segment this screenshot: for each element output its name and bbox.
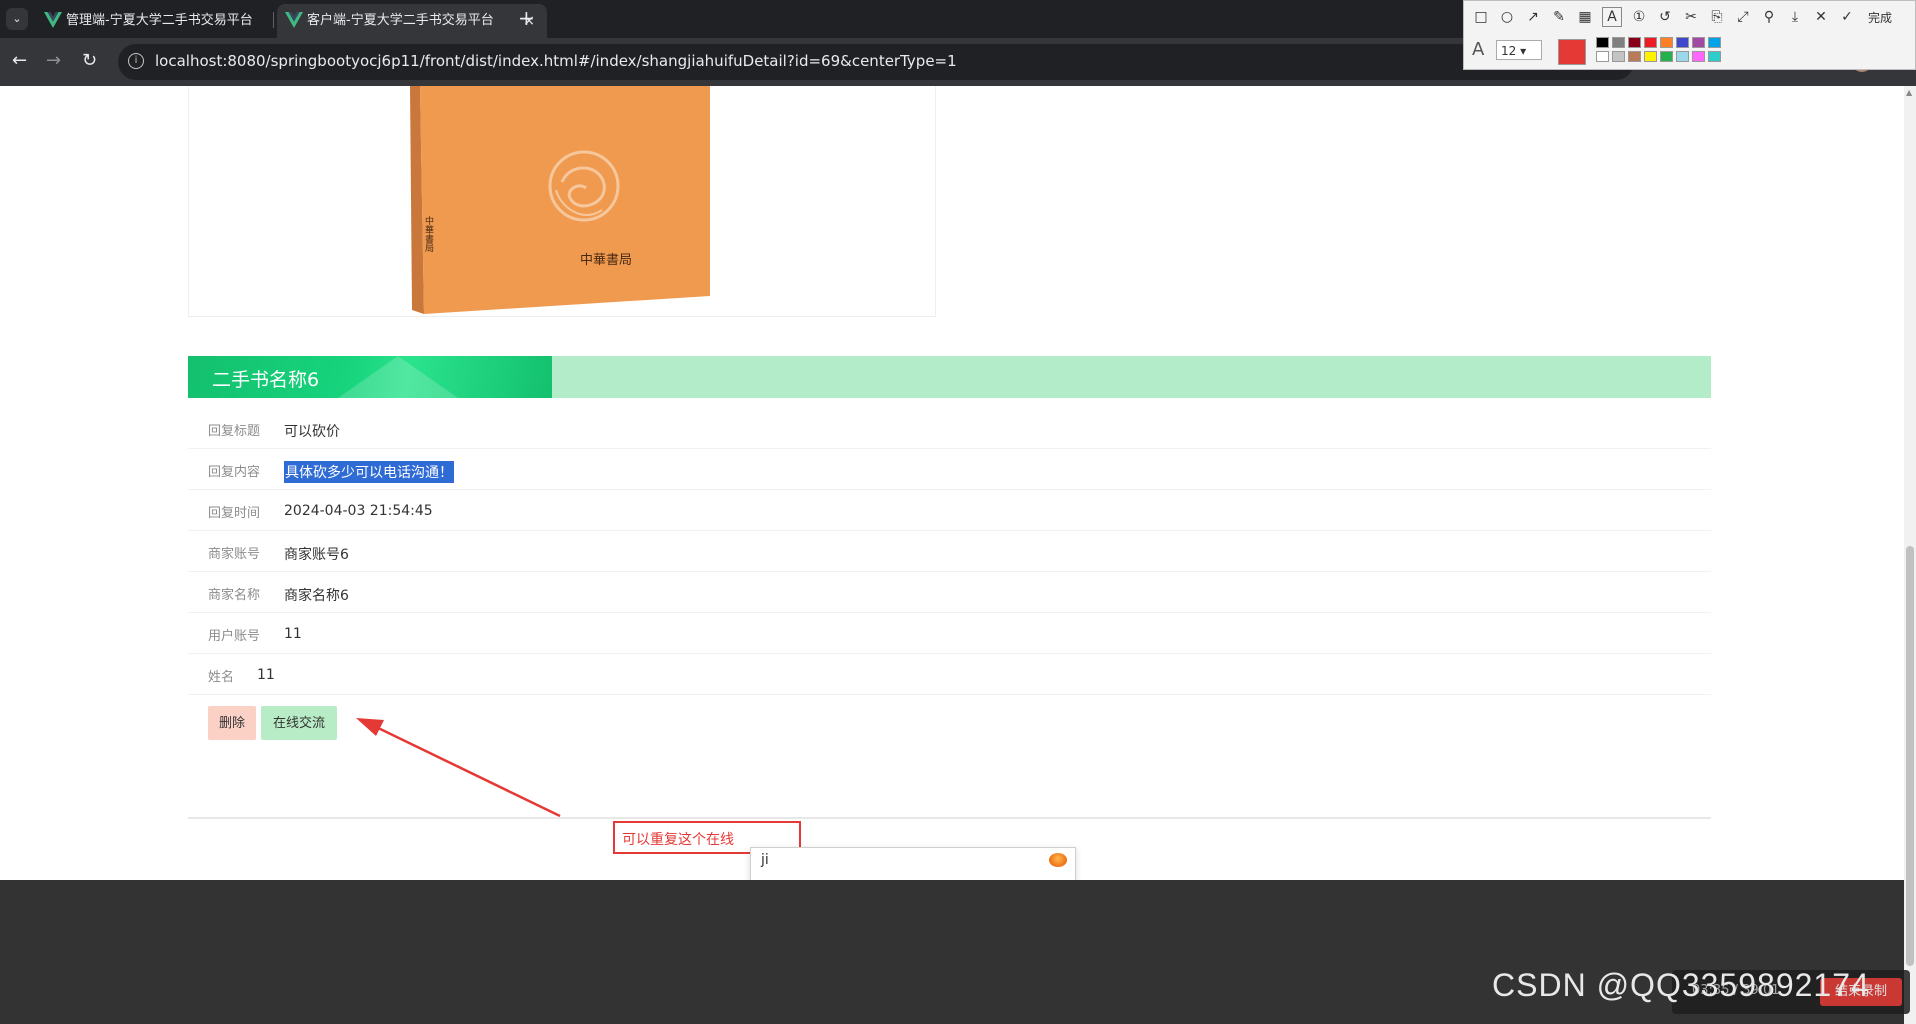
color-swatch[interactable] — [1612, 51, 1625, 62]
close-icon[interactable]: ✕ — [1812, 8, 1830, 26]
color-swatch[interactable] — [1596, 37, 1609, 48]
field-value: 2024-04-03 21:54:45 — [284, 503, 433, 519]
current-color-swatch[interactable] — [1558, 39, 1586, 65]
svg-text:中華書局: 中華書局 — [423, 215, 434, 253]
delete-button[interactable]: 删除 — [208, 706, 256, 740]
detail-row-user-account: 用户账号 11 — [188, 613, 1711, 654]
address-bar[interactable]: i localhost:8080/springbootyocj6p11/fron… — [118, 44, 1634, 80]
svg-text:中華書局: 中華書局 — [580, 253, 632, 268]
forward-icon[interactable]: → — [46, 50, 61, 71]
color-swatch[interactable] — [1660, 37, 1673, 48]
font-size-select[interactable]: 12 ▾ — [1496, 40, 1542, 60]
color-swatch[interactable] — [1676, 37, 1689, 48]
field-label: 回复内容 — [208, 465, 261, 480]
reload-icon[interactable]: ↻ — [82, 50, 97, 71]
tab-title: 管理端-宁夏大学二手书交易平台 — [66, 13, 253, 28]
page-scrollbar[interactable] — [1904, 86, 1916, 1024]
check-icon[interactable]: ✓ — [1838, 8, 1856, 26]
scroll-up-icon[interactable]: ▲ — [1906, 88, 1914, 97]
text-icon[interactable]: A — [1602, 7, 1622, 27]
field-label: 商家账号 — [208, 547, 261, 562]
field-label: 回复标题 — [208, 424, 261, 439]
field-label: 用户账号 — [208, 629, 261, 644]
color-swatch[interactable] — [1692, 51, 1705, 62]
ellipse-icon[interactable]: ○ — [1498, 8, 1516, 26]
mosaic-icon[interactable]: ▦ — [1576, 8, 1594, 26]
ime-candidate-window: ji 1急 2基 3几 4级 5机 6及 ‹ › ⌄ — [750, 847, 1076, 880]
detail-row-merchant-name: 商家名称 商家名称6 — [188, 572, 1711, 613]
detail-row-reply-time: 回复时间 2024-04-03 21:54:45 — [188, 490, 1711, 531]
cut-icon[interactable]: ✂ — [1682, 8, 1700, 26]
title-bar-facet — [338, 356, 458, 398]
vue-logo-icon — [285, 12, 303, 28]
content-divider — [188, 817, 1711, 819]
done-button[interactable]: 完成 — [1868, 9, 1892, 26]
field-value: 11 — [284, 626, 302, 642]
detail-row-name: 姓名 11 — [188, 654, 1711, 695]
color-swatch[interactable] — [1708, 37, 1721, 48]
color-swatch[interactable] — [1628, 51, 1641, 62]
color-swatch[interactable] — [1596, 51, 1609, 62]
tab-search-button[interactable]: ⌄ — [6, 8, 28, 30]
scrollbar-thumb[interactable] — [1906, 546, 1914, 966]
color-swatch[interactable] — [1692, 37, 1705, 48]
arrow-icon[interactable]: ↗ — [1524, 8, 1542, 26]
save-icon[interactable]: ⤓ — [1786, 8, 1804, 26]
tab-title: 客户端-宁夏大学二手书交易平台 — [307, 13, 494, 28]
rectangle-icon[interactable]: □ — [1472, 8, 1490, 26]
detail-row-reply-content: 回复内容 具体砍多少可以电话沟通！ — [188, 449, 1711, 490]
annotation-tools-row: □ ○ ↗ ✎ ▦ A ① ↺ ✂ ⎘ ⤢ ⚲ ⤓ ✕ ✓ 完成 — [1472, 5, 1892, 29]
pin-icon[interactable]: ⚲ — [1760, 8, 1778, 26]
annotation-note-text: 可以重复这个在线 — [622, 832, 734, 848]
title-bar-accent: 二手书名称6 — [188, 356, 552, 398]
book-name-title: 二手书名称6 — [212, 369, 320, 391]
detail-row-reply-title: 回复标题 可以砍价 — [188, 408, 1711, 449]
csdn-watermark: CSDN @QQ3359892174 — [1492, 967, 1870, 1003]
ime-pinyin: ji — [761, 852, 769, 868]
font-icon: A — [1472, 39, 1485, 60]
color-palette — [1596, 37, 1722, 63]
field-label: 商家名称 — [208, 588, 261, 603]
site-info-icon[interactable]: i — [128, 53, 144, 69]
field-value: 商家账号6 — [284, 547, 349, 563]
field-value: 商家名称6 — [284, 588, 349, 604]
page-content: 中華書局 中華書局 二手书名称6 回复标题 可以砍价 回复内容 具体砍多少可以电… — [0, 86, 1904, 880]
annotation-toolbar: □ ○ ↗ ✎ ▦ A ① ↺ ✂ ⎘ ⤢ ⚲ ⤓ ✕ ✓ 完成 A 12 ▾ — [1463, 0, 1916, 70]
color-swatch[interactable] — [1676, 51, 1689, 62]
fullscreen-icon[interactable]: ⤢ — [1734, 8, 1752, 26]
number-marker-icon[interactable]: ① — [1630, 8, 1648, 26]
book-cover-image: 中華書局 中華書局 — [410, 86, 710, 314]
ime-logo-icon — [1049, 853, 1067, 867]
color-swatch[interactable] — [1708, 51, 1721, 62]
detail-row-merchant-account: 商家账号 商家账号6 — [188, 531, 1711, 572]
field-value: 可以砍价 — [284, 424, 340, 440]
tab-separator — [273, 12, 274, 28]
new-tab-button[interactable]: + — [518, 6, 535, 30]
back-icon[interactable]: ← — [12, 50, 27, 71]
font-size-value: 12 — [1501, 44, 1517, 58]
field-label: 姓名 — [208, 670, 235, 685]
color-swatch[interactable] — [1644, 37, 1657, 48]
color-swatch[interactable] — [1660, 51, 1673, 62]
color-swatch[interactable] — [1644, 51, 1657, 62]
online-chat-button[interactable]: 在线交流 — [261, 706, 337, 740]
url-text[interactable]: localhost:8080/springbootyocj6p11/front/… — [155, 52, 957, 70]
undo-icon[interactable]: ↺ — [1656, 8, 1674, 26]
field-value: 11 — [257, 667, 275, 683]
field-label: 回复时间 — [208, 506, 261, 521]
vue-logo-icon — [44, 12, 62, 28]
browser-tab-admin[interactable]: 管理端-宁夏大学二手书交易平台 × — [36, 4, 306, 38]
color-swatch[interactable] — [1628, 37, 1641, 48]
field-value-selected: 具体砍多少可以电话沟通！ — [284, 461, 454, 483]
detail-title-bar: 二手书名称6 — [188, 356, 1711, 398]
pencil-icon[interactable]: ✎ — [1550, 8, 1568, 26]
browser-tab-client[interactable]: 客户端-宁夏大学二手书交易平台 × — [277, 4, 547, 38]
copy-icon[interactable]: ⎘ — [1708, 8, 1726, 26]
color-swatch[interactable] — [1612, 37, 1625, 48]
